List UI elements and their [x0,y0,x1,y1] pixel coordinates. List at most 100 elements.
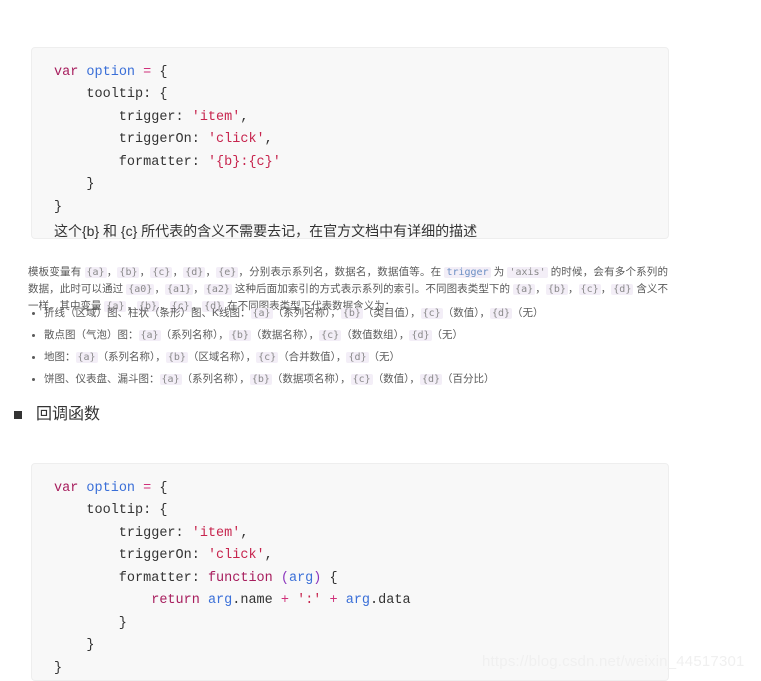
code-line: } [54,613,650,636]
code-token: var [54,480,79,496]
code-token: 'item' [191,109,241,125]
inline-code: {c} [319,330,342,341]
section-heading-callback-function: 回调函数 [14,404,100,426]
code-token: } [54,638,95,653]
inline-code: {b} [228,330,251,341]
code-token: , [264,132,273,147]
code-line: formatter: function (arg) { [54,568,650,591]
code-token: : [191,154,208,170]
code-line: var option = { [54,478,650,501]
code-token: 'click' [207,548,265,563]
code-token: { [151,480,168,496]
inline-code: {c} [578,283,601,295]
code-token: trigger [54,525,176,541]
inline-code: {c} [150,266,173,278]
code-block-tooltip-callback-formatter[interactable]: var option = { tooltip: { trigger: 'item… [31,462,669,681]
inline-code: {e} [216,266,239,278]
code-token: : [175,109,192,125]
code-token: return [151,593,200,608]
inline-code: {b} [545,283,568,295]
inline-code: {d} [419,374,442,385]
inline-code: {c} [256,352,279,363]
code-token: { [321,570,338,586]
inline-code: {a} [159,374,182,385]
inline-code: {a0} [126,283,155,295]
code-token: 'click' [207,132,265,147]
inline-code: {a} [138,330,161,341]
square-bullet-icon [14,411,22,419]
code-token: trigger [54,109,176,125]
code-line: tooltip: { [54,84,650,107]
code-token: , [240,525,249,541]
inline-code: {b} [165,352,188,363]
code-token: { [151,64,168,80]
code-token: var [54,64,79,80]
list-item: 饼图、仪表盘、漏斗图： {a} （系列名称）， {b} （数据项名称）， {c} （数值），… [28,372,678,387]
inline-code: {d} [346,352,369,363]
inline-code: {b} [249,374,272,385]
code-token: + [280,593,289,608]
code-token: .name [232,593,273,608]
inline-code: {a} [513,283,536,295]
inline-code: {a2} [203,283,232,295]
list-item: 折线（区域）图、柱状（条形）图、K线图： {a} （系列名称）， {b} （类目值），{… [28,306,678,321]
list-item: 散点图（气泡）图： {a} （系列名称）， {b} （数据名称）， {c} （数值数组），{… [28,328,678,343]
article-page: var option = { tooltip: { trigger: 'item… [0,0,761,681]
code-token: : [191,570,208,586]
inline-code: {d} [489,308,513,319]
list-item: 地图： {a} （系列名称）， {b} （区域名称）， {c} （合并数值）， {d} （无） [28,350,678,365]
inline-code: {c} [350,374,373,385]
code-token: arg [345,593,371,608]
code-content: var option = { tooltip: { trigger: 'item… [54,478,650,681]
code-token: triggerOn [54,132,192,147]
code-token: arg [288,570,314,586]
code-token: tooltip [54,87,144,102]
code-block-tooltip-string-formatter[interactable]: var option = { tooltip: { trigger: 'item… [31,46,669,239]
code-token: ':' [297,593,322,608]
code-token: ( [280,570,289,586]
inline-code: {d} [611,283,634,295]
code-token: formatter [54,154,192,170]
inline-code: {a} [84,266,107,278]
code-token: } [54,615,127,631]
code-token: : [191,548,208,563]
section-heading-label: 回调函数 [36,406,101,423]
code-token: } [54,177,95,192]
code-token: tooltip [54,503,144,518]
inline-code: {c} [420,308,443,319]
code-token: + [329,593,338,608]
code-token: option [86,64,136,80]
code-line: var option = { [54,62,650,85]
code-token: , [240,109,249,125]
code-content: var option = { tooltip: { trigger: 'item… [54,62,650,220]
code-token: option [86,480,136,496]
code-token: function [207,570,273,586]
inline-code: {d} [409,330,432,341]
code-line: return arg.name + ':' + arg.data [54,590,650,613]
code-line: formatter: '{b}:{c}' [54,152,650,175]
csdn-watermark: https://blog.csdn.net/weixin_44517301 [482,653,745,670]
code-line: trigger: 'item', [54,523,650,546]
code-token: : { [143,87,168,102]
code-token: .data [370,593,411,608]
code-token: : [191,132,208,147]
code-block-note: 这个{b} 和 {c} 所代表的含义不需要去记，在官方文档中有详细的描述 [54,223,478,239]
inline-code: {b} [340,308,363,319]
code-line: } [54,197,650,220]
code-line: trigger: 'item', [54,107,650,130]
inline-code: {a} [75,352,98,363]
code-token: , [264,548,273,563]
inline-code: {d} [183,266,206,278]
code-token: : { [143,503,168,518]
inline-code: trigger [444,266,491,278]
inline-code: {b} [117,266,140,278]
inline-code: {a1} [165,283,194,295]
